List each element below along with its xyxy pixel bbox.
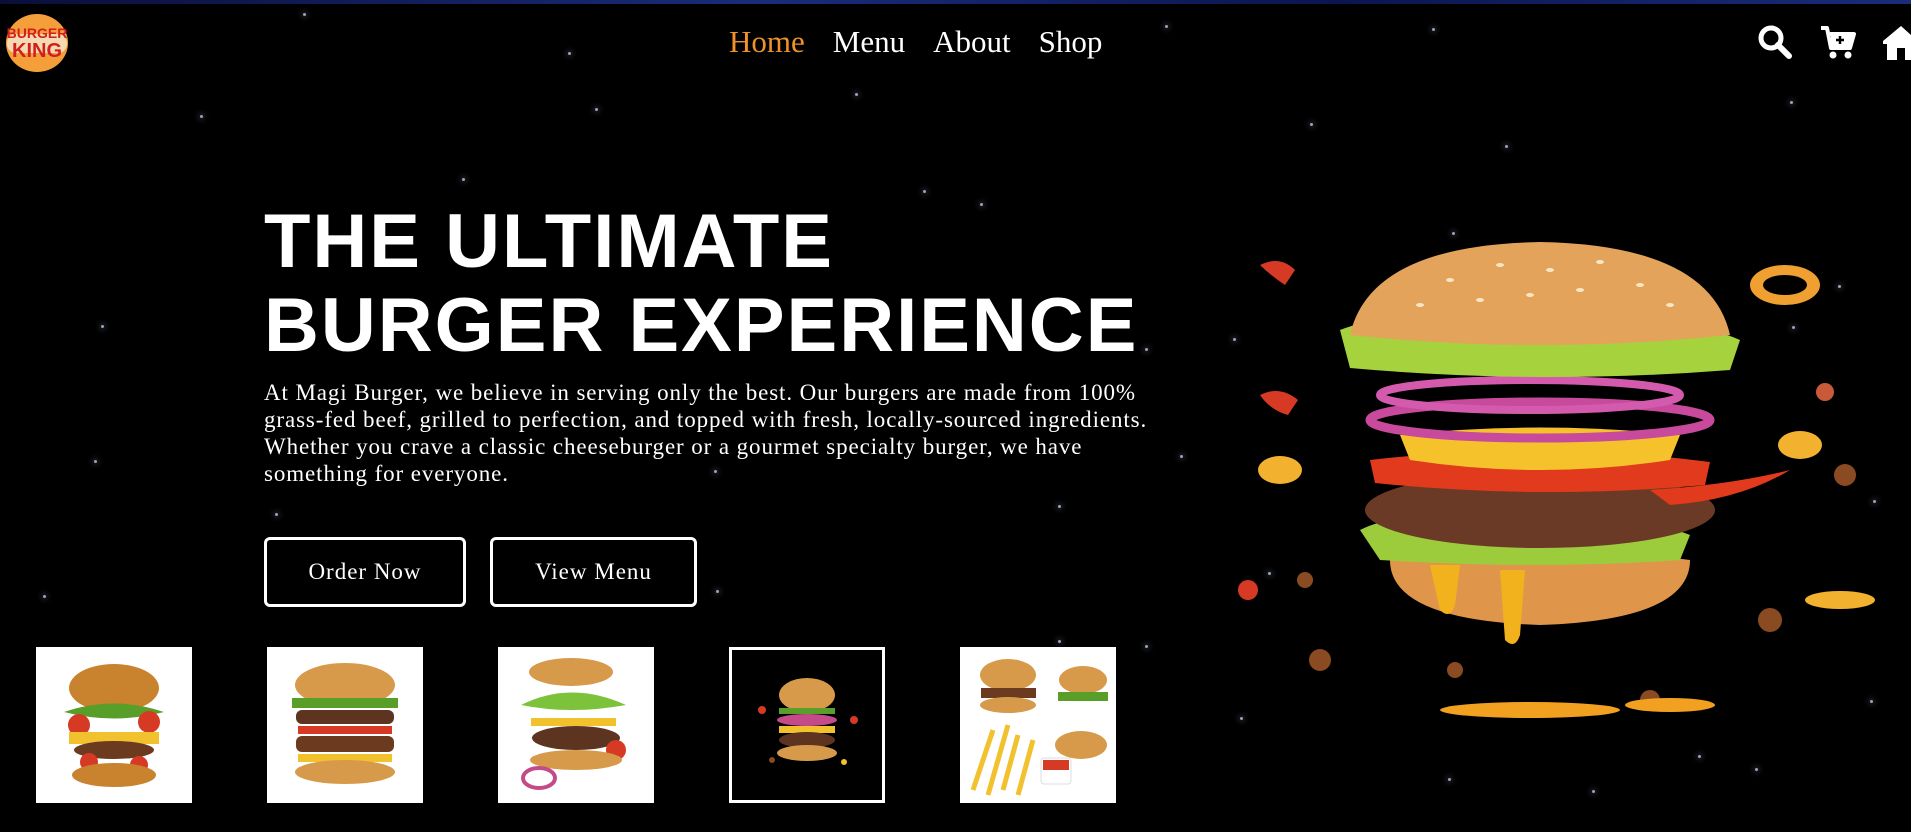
view-menu-button[interactable]: View Menu [490, 537, 697, 607]
nav-about-link[interactable]: About [933, 24, 1011, 60]
nav-home-link[interactable]: Home [729, 24, 805, 60]
hero-title-line-1: THE ULTIMATE [264, 199, 834, 284]
svg-text:KING: KING [12, 40, 62, 62]
search-icon[interactable] [1757, 24, 1793, 60]
burger-thumbnail-3[interactable] [498, 647, 654, 803]
hero-description: At Magi Burger, we believe in serving on… [264, 380, 1148, 486]
burger-thumbnail-1[interactable] [36, 647, 192, 803]
nav-shop-link[interactable]: Shop [1039, 24, 1103, 60]
burger-king-logo[interactable]: BURGER KING [4, 12, 70, 74]
cart-icon[interactable] [1820, 24, 1856, 60]
burger-thumbnail-4[interactable] [729, 647, 885, 803]
hero-burger-image [1238, 242, 1875, 718]
order-now-button[interactable]: Order Now [264, 537, 466, 607]
nav-menu-link[interactable]: Menu [833, 24, 905, 60]
home-icon[interactable] [1883, 24, 1911, 60]
hero-title-line-2: BURGER EXPERIENCE [264, 283, 1139, 368]
hero-title: THE ULTIMATE BURGER EXPERIENCE [264, 200, 1138, 368]
burger-fries-thumbnail[interactable] [960, 647, 1116, 803]
svg-text:BURGER: BURGER [7, 25, 68, 41]
main-navigation: Home Menu About Shop [729, 24, 1102, 60]
top-accent-line [0, 0, 1911, 4]
burger-thumbnail-2[interactable] [267, 647, 423, 803]
